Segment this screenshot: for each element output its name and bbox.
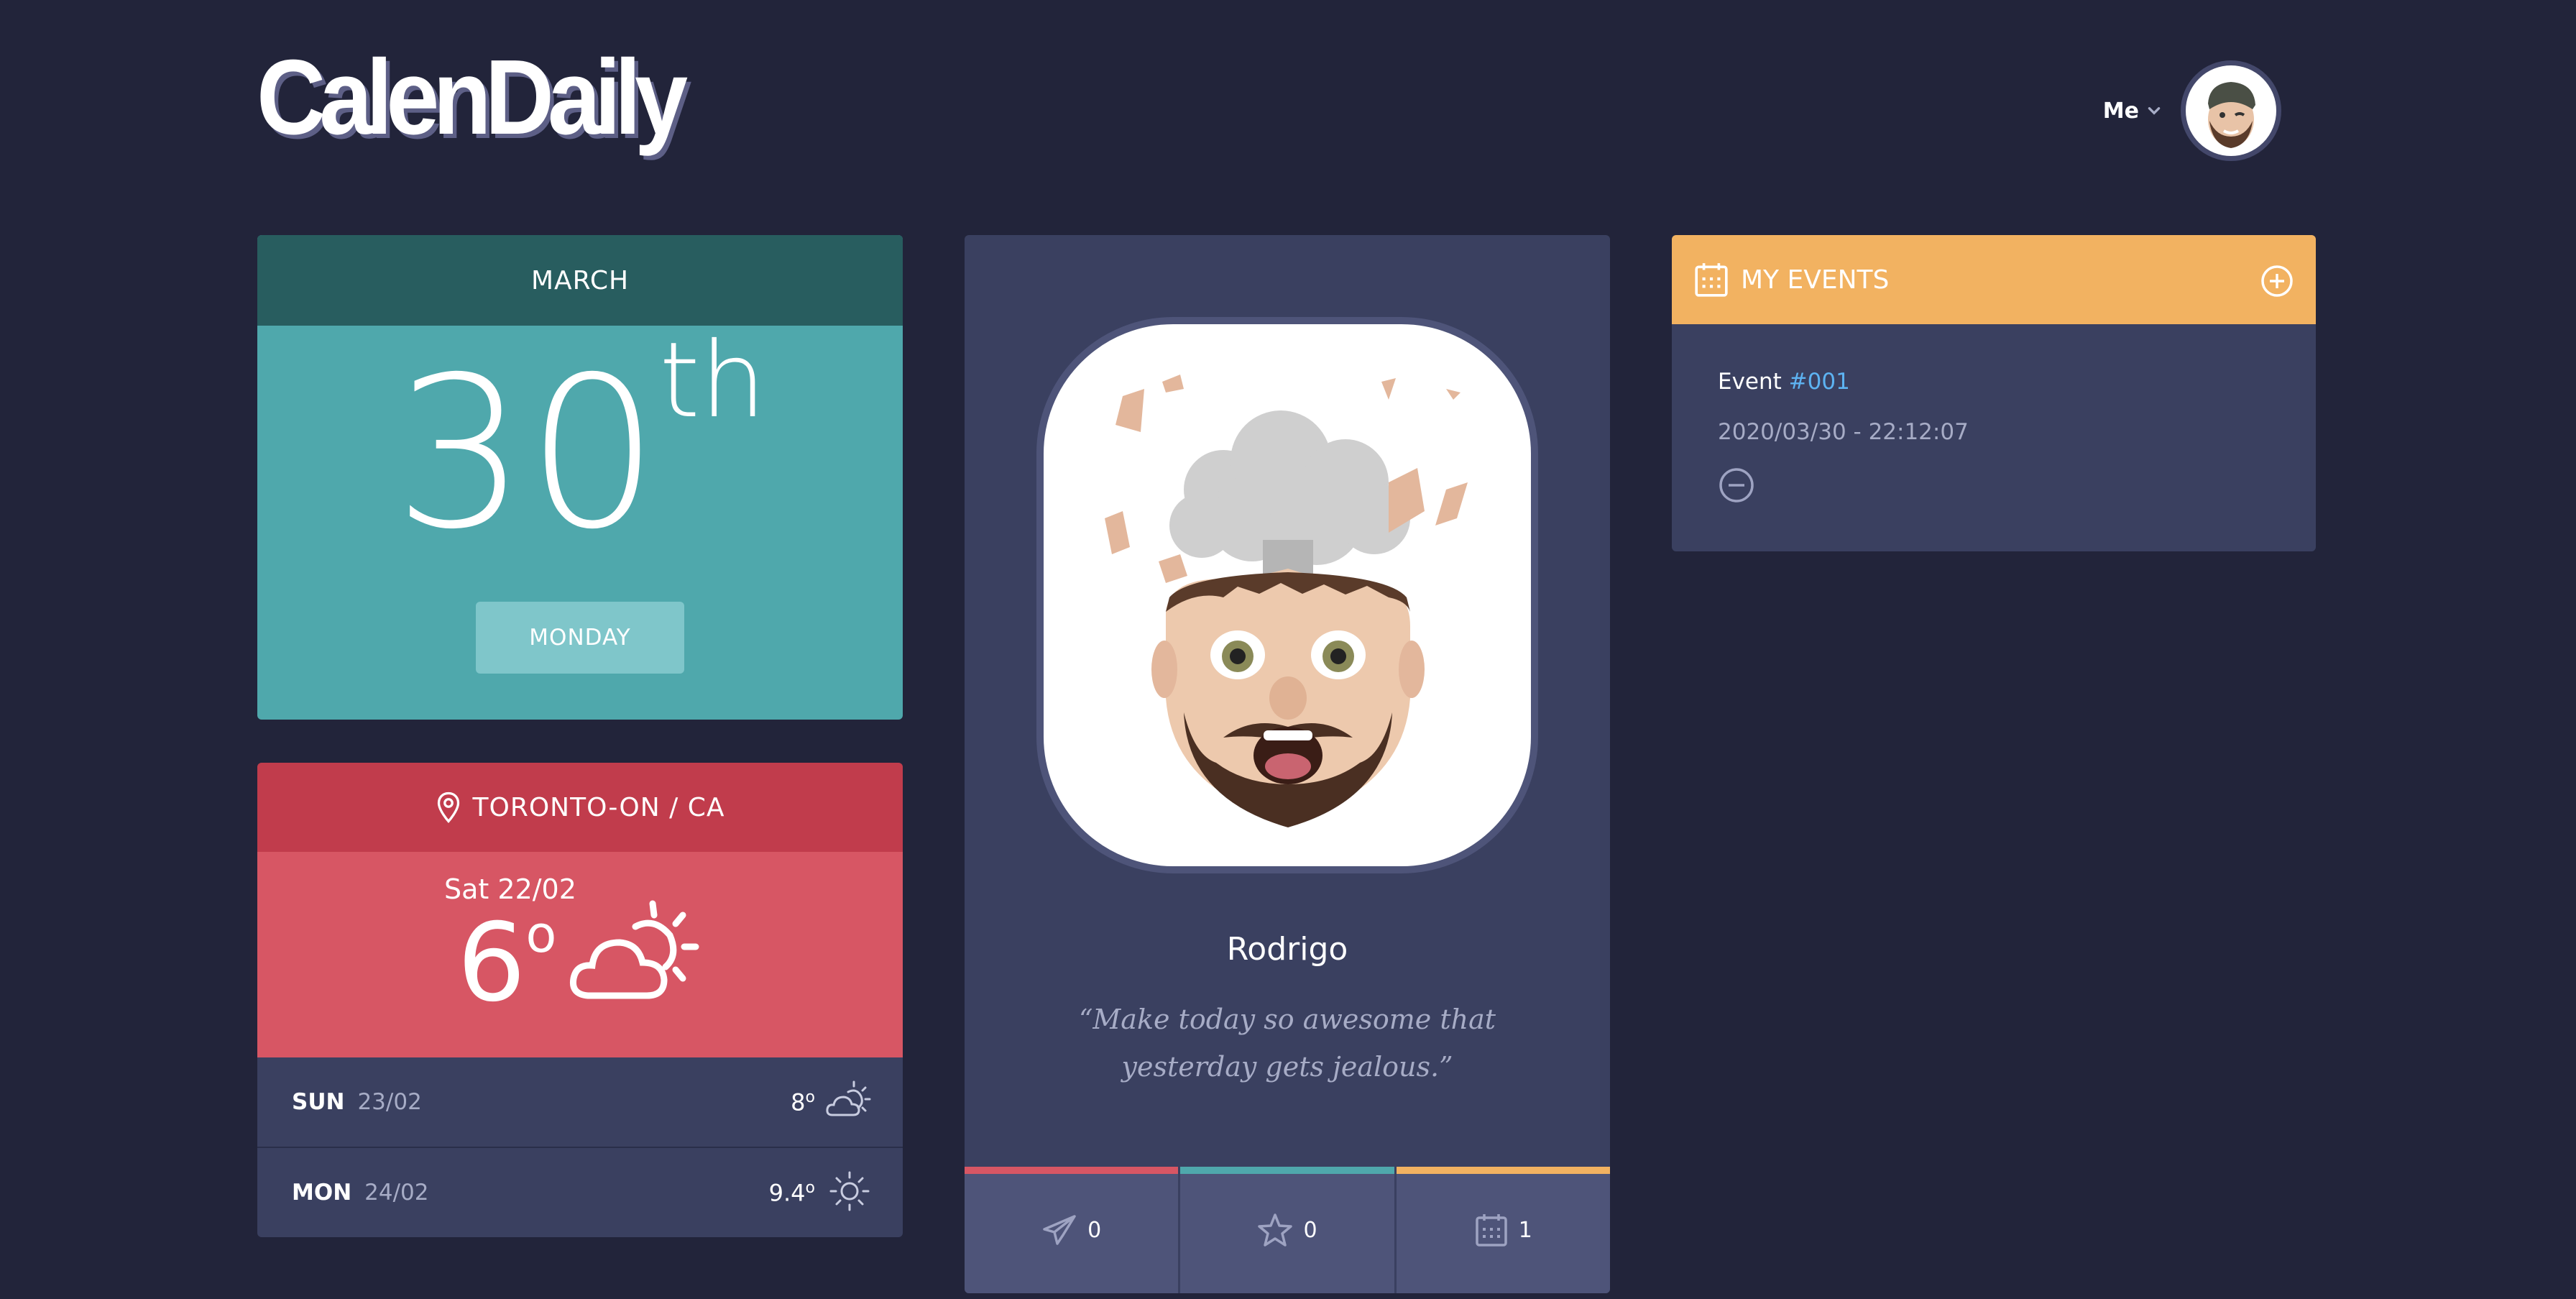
weather-forecast-row: MON 24/02 9.4o bbox=[257, 1148, 903, 1237]
stat-color-bar bbox=[965, 1167, 1179, 1174]
event-label: Event bbox=[1718, 369, 1782, 395]
partly-cloudy-icon bbox=[569, 900, 699, 999]
mind-blown-memoji-icon bbox=[1105, 375, 1468, 827]
weather-location: TORONTO-ON / CA bbox=[472, 792, 725, 822]
date-month: MARCH bbox=[257, 235, 903, 326]
star-icon bbox=[1258, 1213, 1293, 1247]
weather-today-temp-value: 6 bbox=[457, 901, 526, 1026]
stat-color-bar bbox=[1180, 1167, 1394, 1174]
app-logo[interactable]: CalenDaily bbox=[257, 45, 688, 151]
stat-value: 1 bbox=[1518, 1217, 1532, 1243]
profile-stats: 0 0 1 bbox=[965, 1167, 1610, 1293]
forecast-temp-value: 9.4 bbox=[768, 1179, 806, 1207]
stat-events[interactable]: 1 bbox=[1394, 1167, 1610, 1293]
forecast-day: MON bbox=[292, 1180, 352, 1206]
forecast-day: SUN bbox=[292, 1089, 345, 1115]
events-title: MY EVENTS bbox=[1741, 265, 1890, 295]
event-id-link[interactable]: #001 bbox=[1789, 369, 1850, 395]
chevron-down-icon[interactable] bbox=[2146, 103, 2162, 119]
user-menu[interactable]: Me bbox=[2103, 60, 2281, 161]
remove-event-button[interactable] bbox=[1718, 467, 2270, 507]
stat-color-bar bbox=[1396, 1167, 1610, 1174]
stat-favorites[interactable]: 0 bbox=[1178, 1167, 1394, 1293]
weather-today: Sat 22/02 6o bbox=[257, 852, 903, 1057]
add-event-icon[interactable] bbox=[2260, 264, 2294, 298]
weather-card: TORONTO-ON / CA Sat 22/02 6o SUN 23/02 8… bbox=[257, 763, 903, 1237]
weather-forecast-row: SUN 23/02 8o bbox=[257, 1057, 903, 1148]
minus-circle-icon bbox=[1719, 468, 1754, 502]
forecast-temp: 9.4o bbox=[769, 1179, 815, 1207]
sun-icon bbox=[829, 1171, 870, 1211]
weather-location-header: TORONTO-ON / CA bbox=[257, 763, 903, 852]
events-header: MY EVENTS bbox=[1672, 235, 2316, 324]
send-icon bbox=[1043, 1215, 1076, 1245]
weather-today-temp: 6o bbox=[457, 909, 556, 1017]
weather-today-temp-unit: o bbox=[525, 905, 557, 964]
date-day-number: 30th bbox=[257, 329, 903, 559]
forecast-temp-unit: o bbox=[805, 1088, 815, 1106]
weekday-button[interactable]: MONDAY bbox=[476, 602, 684, 674]
stat-value: 0 bbox=[1303, 1217, 1317, 1243]
event-title: Event #001 bbox=[1718, 369, 2270, 395]
calendar-icon bbox=[1695, 263, 1728, 297]
event-datetime: 2020/03/30 - 22:12:07 bbox=[1718, 419, 1969, 445]
stat-messages[interactable]: 0 bbox=[965, 1167, 1179, 1293]
profile-image bbox=[1036, 317, 1538, 873]
profile-quote: “Make today so awesome that yesterday ge… bbox=[1078, 1004, 1496, 1083]
profile-card: Rodrigo “Make today so awesome that yest… bbox=[965, 235, 1610, 1293]
event-item: Event #001 2020/03/30 - 22:12:07 bbox=[1672, 324, 2316, 551]
profile-name: Rodrigo bbox=[1226, 931, 1348, 968]
forecast-temp-unit: o bbox=[805, 1178, 815, 1197]
avatar[interactable] bbox=[2181, 60, 2281, 161]
forecast-date: 23/02 bbox=[357, 1089, 422, 1115]
stat-value: 0 bbox=[1087, 1217, 1102, 1243]
date-day-value: 30 bbox=[394, 333, 660, 575]
calendar-icon bbox=[1476, 1214, 1507, 1247]
forecast-date: 24/02 bbox=[364, 1180, 429, 1206]
user-menu-label[interactable]: Me bbox=[2103, 98, 2139, 124]
forecast-temp-value: 8 bbox=[791, 1088, 806, 1116]
events-card: MY EVENTS Event #001 2020/03/30 - 22:12:… bbox=[1672, 235, 2316, 551]
date-day-suffix: th bbox=[659, 320, 766, 441]
avatar-memoji-icon bbox=[2208, 82, 2255, 148]
location-pin-icon bbox=[437, 791, 459, 823]
partly-cloudy-icon bbox=[826, 1080, 871, 1116]
forecast-temp: 8o bbox=[791, 1088, 815, 1116]
date-card: MARCH 30th MONDAY bbox=[257, 235, 903, 720]
